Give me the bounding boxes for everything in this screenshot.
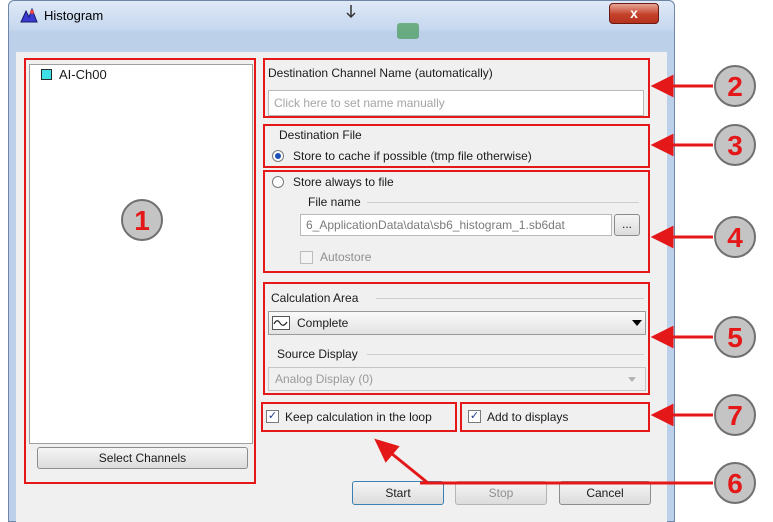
store-always-radio[interactable]: [272, 176, 284, 188]
stop-button[interactable]: Stop: [455, 481, 547, 505]
keep-loop-label: Keep calculation in the loop: [285, 410, 432, 424]
calculation-area-select[interactable]: Complete: [268, 311, 646, 335]
close-button[interactable]: x: [609, 3, 659, 24]
keep-loop-checkbox[interactable]: ✓: [266, 410, 279, 423]
marker-6: 6: [714, 462, 756, 504]
browse-button[interactable]: ...: [614, 214, 640, 236]
marker-4: 4: [714, 216, 756, 258]
marker-5: 5: [714, 316, 756, 358]
destination-name-input[interactable]: Click here to set name manually: [268, 90, 644, 116]
store-cache-label: Store to cache if possible (tmp file oth…: [293, 149, 532, 163]
destination-file-group-label: Destination File: [279, 128, 362, 142]
calculation-divider: [376, 298, 644, 299]
source-display-select[interactable]: Analog Display (0): [268, 367, 646, 391]
marker-7: 7: [714, 394, 756, 436]
store-always-label: Store always to file: [293, 175, 394, 189]
window-title: Histogram: [44, 8, 104, 23]
title-bar[interactable]: [9, 1, 674, 31]
channel-list[interactable]: [29, 64, 253, 444]
calculation-area-label: Calculation Area: [271, 291, 359, 305]
add-displays-label: Add to displays: [487, 410, 569, 424]
waveform-icon: [272, 316, 290, 330]
marker-3: 3: [714, 124, 756, 166]
channel-item-label[interactable]: AI-Ch00: [59, 67, 107, 82]
file-name-input[interactable]: 6_ApplicationData\data\sb6_histogram_1.s…: [300, 214, 612, 236]
cancel-button[interactable]: Cancel: [559, 481, 651, 505]
autostore-checkbox[interactable]: [300, 251, 313, 264]
source-divider: [367, 354, 644, 355]
start-button[interactable]: Start: [352, 481, 444, 505]
cursor-icon: [346, 5, 356, 19]
store-cache-radio[interactable]: [272, 150, 284, 162]
add-displays-checkbox[interactable]: ✓: [468, 410, 481, 423]
marker-1: 1: [121, 199, 163, 241]
app-icon: [20, 8, 38, 23]
autostore-label: Autostore: [320, 250, 372, 264]
destination-name-label: Destination Channel Name (automatically): [268, 66, 493, 80]
calculation-area-value: Complete: [297, 316, 349, 330]
file-name-divider: [367, 202, 639, 203]
marker-2: 2: [714, 65, 756, 107]
file-name-label: File name: [308, 195, 361, 209]
chevron-down-icon: [632, 320, 642, 326]
background-blur: [397, 23, 419, 39]
channel-color-icon: [41, 69, 52, 80]
source-chevron-down-icon: [628, 377, 636, 382]
select-channels-button[interactable]: Select Channels: [37, 447, 248, 469]
source-display-label: Source Display: [277, 347, 358, 361]
